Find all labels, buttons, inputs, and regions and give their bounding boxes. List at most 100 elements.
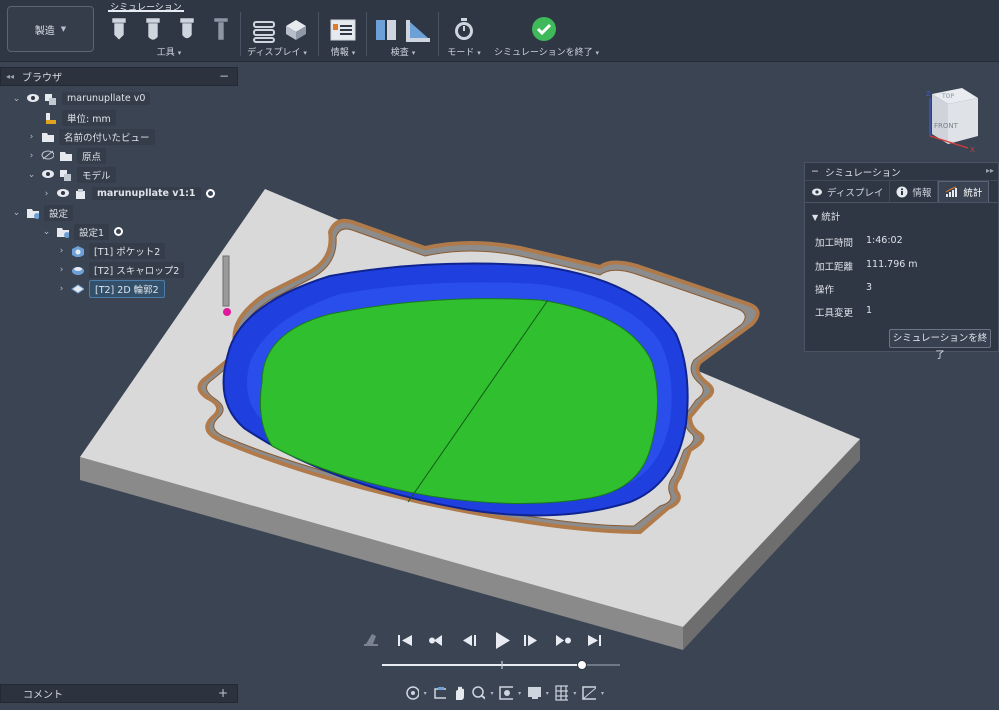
tree-item-pocket[interactable]: › [T1] ポケット2 [57,242,166,259]
tree-item-setup1[interactable]: ⌄ 設定1 [42,223,124,240]
display-group[interactable]: ディスプレイ ▾ [246,14,308,60]
fit-view-icon[interactable] [498,684,514,702]
tree-label[interactable]: [T2] スキャロップ2 [89,261,185,278]
chevron-down-icon[interactable]: ▾ [546,690,549,697]
tree-label[interactable]: [T1] ポケット2 [89,242,166,259]
tab-display[interactable]: ディスプレイ [805,181,891,202]
chevron-right-icon[interactable]: › [27,132,36,142]
chevron-right-icon[interactable]: › [27,151,36,161]
chevron-down-icon[interactable]: ▾ [424,690,427,697]
finish-simulation-group[interactable]: シミュレーションを終了 ▾ [494,14,599,60]
tab-statistics[interactable]: 統計 [938,181,990,202]
playback-buttons[interactable] [396,632,636,650]
chevron-down-icon[interactable]: ▾ [518,690,521,697]
chevron-down-icon[interactable]: ⌄ [12,94,21,104]
chevron-down-icon[interactable]: ▾ [490,690,493,697]
tree-label[interactable]: [T2] 2D 輪郭2 [89,279,165,298]
simulation-panel-title: シミュレーション [824,167,901,179]
info-group[interactable]: 情報 ▾ [324,14,362,60]
workspace-label: 製造 [34,25,55,37]
info-icon [330,19,356,41]
view-cube-top-label[interactable]: TOP [941,93,954,100]
minimize-icon[interactable]: − [811,166,819,177]
eye-hidden-icon[interactable] [41,150,54,162]
eye-icon[interactable] [56,188,69,200]
eye-icon[interactable] [41,169,54,181]
tree-label[interactable]: marunupllate v1:1 [92,187,201,200]
tool-icons[interactable] [108,16,230,46]
mode-group-label[interactable]: モード ▾ [444,45,484,58]
viewports-icon[interactable] [581,684,596,702]
tree-label[interactable]: 設定1 [74,223,110,240]
display-settings-icon[interactable] [526,684,541,702]
stat-label: 操作 [815,285,835,296]
tools-group-label[interactable]: 工具 ▾ [104,45,234,58]
tree-item-component[interactable]: › marunupllate v1:1 [42,185,215,202]
tree-item-scallop[interactable]: › [T2] スキャロップ2 [57,261,185,278]
chevron-down-icon[interactable]: ⌄ [12,208,21,218]
tab-simulation[interactable]: シミュレーション [108,0,184,13]
folder-icon [60,151,72,161]
tree-label[interactable]: marunupllate v0 [62,92,151,105]
radio-icon[interactable] [205,189,215,198]
tool-holder-icon[interactable] [362,630,382,648]
chevron-down-icon[interactable]: ▼ [812,213,818,222]
chevron-down-icon[interactable]: ▾ [573,690,576,697]
skip-to-start-icon [398,635,412,646]
tree-item-model[interactable]: ⌄ モデル [27,166,116,183]
simulation-panel-header[interactable]: − シミュレーション ▸▸ [805,163,998,181]
finish-simulation-button[interactable]: シミュレーションを終了 [889,329,991,361]
orbit-icon[interactable] [404,684,419,702]
mode-group[interactable]: モード ▾ [444,14,484,60]
chevron-down-icon[interactable]: ⌄ [27,170,36,180]
collapse-panel-icon[interactable]: ◂◂ [6,72,14,81]
3d-viewport[interactable] [0,62,999,710]
tab-info[interactable]: 情報 [890,181,939,202]
tree-item-named-views[interactable]: › 名前の付いたビュー [27,128,155,145]
tool-tip-marker [223,308,231,316]
chevron-down-icon[interactable]: ▾ [601,690,604,697]
view-cube[interactable]: TOP FRONT Z X [912,84,982,154]
chevron-right-icon[interactable]: › [57,265,66,275]
comments-panel[interactable]: コメント + [0,684,238,703]
toolbar: 製造 ▼ シミュレーション 工具 ▾ ディスプレイ ▾ 情報 ▾ 検査 ▾ モー… [0,0,999,62]
timeline-slider-handle[interactable] [577,660,587,670]
playback-timeline[interactable] [380,658,630,672]
tree-root[interactable]: ⌄ marunupllate v0 [12,90,151,107]
playback-controls [360,628,630,676]
eye-icon[interactable] [26,93,39,105]
expand-panel-icon[interactable]: ▸▸ [986,166,994,175]
inspect-group-label[interactable]: 検査 ▾ [370,45,436,58]
inspect-group[interactable]: 検査 ▾ [370,14,436,60]
finish-simulation-label[interactable]: シミュレーションを終了 ▾ [494,45,599,58]
minimize-icon[interactable]: − [219,69,229,83]
stat-value: 111.796 m [866,259,918,270]
tree-item-origin[interactable]: › 原点 [27,147,107,164]
statistics-section-header[interactable]: ▼ 統計 [812,209,998,223]
add-comment-icon[interactable]: + [218,686,228,700]
radio-icon[interactable] [114,227,124,236]
display-group-label[interactable]: ディスプレイ ▾ [246,45,308,58]
chevron-right-icon[interactable]: › [57,246,66,256]
tree-item-contour[interactable]: › [T2] 2D 輪郭2 [57,279,165,298]
look-at-icon[interactable] [432,684,447,702]
tools-group[interactable]: 工具 ▾ [104,14,234,60]
chevron-down-icon[interactable]: ⌄ [42,227,51,237]
workspace-switcher[interactable]: 製造 ▼ [7,6,94,52]
tree-label[interactable]: 単位: mm [62,109,116,126]
grid-icon[interactable] [554,684,569,702]
view-cube-front-label[interactable]: FRONT [934,122,959,130]
tree-label[interactable]: 名前の付いたビュー [59,128,155,145]
tree-label[interactable]: モデル [77,166,116,183]
zoom-icon[interactable] [471,684,486,702]
browser-panel-header[interactable]: ◂◂ ブラウザ − [0,67,238,86]
chevron-right-icon[interactable]: › [57,284,66,294]
chevron-right-icon[interactable]: › [42,189,51,199]
pan-hand-icon[interactable] [451,684,466,702]
tree-label[interactable]: 原点 [77,147,107,164]
tree-item-setups[interactable]: ⌄ 設定 [12,204,74,221]
info-group-label[interactable]: 情報 ▾ [324,45,362,58]
tree-item-units[interactable]: 単位: mm [44,109,116,126]
axis-z-label: Z [926,90,931,98]
tree-label[interactable]: 設定 [44,204,74,221]
